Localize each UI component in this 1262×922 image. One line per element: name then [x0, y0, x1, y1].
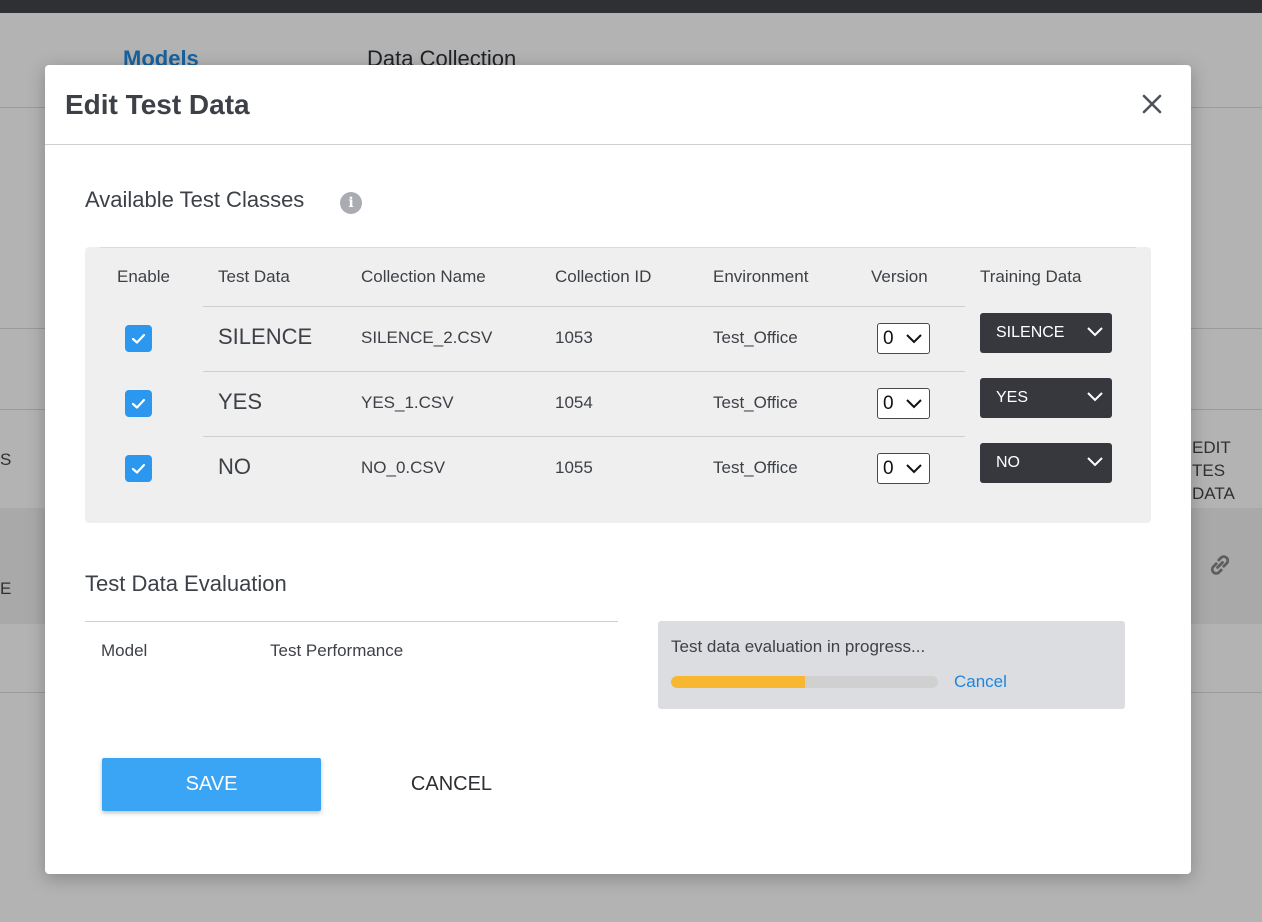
column-header-test-performance: Test Performance [270, 641, 404, 660]
column-header-collection-name: Collection Name [361, 267, 486, 286]
cancel-button[interactable]: CANCEL [389, 758, 514, 811]
column-header-collection-id: Collection ID [555, 267, 652, 286]
app-top-bar [0, 0, 1262, 13]
background-column-header: S [0, 450, 12, 469]
version-select[interactable]: 0 [877, 453, 930, 484]
enable-checkbox[interactable] [125, 390, 152, 417]
collection-name: NO_0.CSV [361, 458, 446, 477]
chevron-down-icon [1087, 392, 1103, 402]
table-top-divider [100, 247, 1136, 248]
column-header-environment: Environment [713, 267, 809, 286]
checkmark-icon [131, 398, 146, 409]
training-data-value: YES [996, 389, 1029, 406]
save-button[interactable]: SAVE [102, 758, 321, 811]
version-value: 0 [883, 328, 894, 349]
environment: Test_Office [713, 458, 798, 477]
table-row: NO NO_0.CSV 1055 Test_Office 0 NO [85, 436, 1151, 501]
version-value: 0 [883, 393, 894, 414]
cancel-evaluation-link[interactable]: Cancel [954, 672, 1007, 692]
evaluation-progress-panel: Test data evaluation in progress... Canc… [658, 621, 1125, 709]
modal-title: Edit Test Data [65, 89, 250, 120]
table-row: SILENCE SILENCE_2.CSV 1053 Test_Office 0… [85, 306, 1151, 371]
collection-id: 1053 [555, 328, 593, 347]
evaluation-divider [85, 621, 618, 622]
background-cell-text: E [0, 579, 12, 598]
environment: Test_Office [713, 328, 798, 347]
version-select[interactable]: 0 [877, 323, 930, 354]
chevron-down-icon [906, 399, 922, 409]
training-data-select[interactable]: SILENCE [980, 313, 1112, 353]
header-line-2: DATA [1192, 483, 1235, 503]
version-select[interactable]: 0 [877, 388, 930, 419]
test-data-evaluation-title: Test Data Evaluation [85, 571, 287, 596]
table-row: YES YES_1.CSV 1054 Test_Office 0 YES [85, 371, 1151, 436]
column-header-model: Model [101, 641, 148, 660]
collection-name: SILENCE_2.CSV [361, 328, 493, 347]
info-icon[interactable]: i [340, 192, 362, 214]
checkmark-icon [131, 463, 146, 474]
chevron-down-icon [906, 464, 922, 474]
column-header-enable: Enable [117, 267, 170, 286]
progress-status-text: Test data evaluation in progress... [671, 637, 926, 656]
training-data-value: NO [996, 454, 1020, 471]
collection-id: 1054 [555, 393, 593, 412]
column-header-test-data: Test Data [218, 267, 290, 286]
enable-checkbox[interactable] [125, 325, 152, 352]
training-data-value: SILENCE [996, 324, 1065, 341]
chevron-down-icon [906, 334, 922, 344]
column-header-training-data: Training Data [980, 267, 1082, 286]
checkmark-icon [131, 333, 146, 344]
close-icon[interactable] [1139, 91, 1165, 117]
progress-bar [671, 676, 938, 688]
collection-id: 1055 [555, 458, 593, 477]
progress-bar-fill [671, 676, 805, 688]
column-header-version: Version [871, 267, 928, 286]
available-test-classes-title: Available Test Classes [85, 187, 305, 212]
environment: Test_Office [713, 393, 798, 412]
header-line-1: EDIT TES [1192, 438, 1231, 480]
training-data-select[interactable]: NO [980, 443, 1112, 483]
enable-checkbox[interactable] [125, 455, 152, 482]
test-data-name: SILENCE [218, 324, 313, 349]
version-value: 0 [883, 458, 894, 479]
test-classes-table: Enable Test Data Collection Name Collect… [85, 247, 1151, 523]
chevron-down-icon [1087, 327, 1103, 337]
test-data-name: NO [218, 454, 251, 479]
collection-name: YES_1.CSV [361, 393, 454, 412]
link-icon[interactable] [1205, 550, 1235, 580]
chevron-down-icon [1087, 457, 1103, 467]
modal-header: Edit Test Data [45, 65, 1191, 145]
test-data-name: YES [218, 389, 263, 414]
training-data-select[interactable]: YES [980, 378, 1112, 418]
edit-test-data-modal: Edit Test Data Available Test Classes i … [45, 65, 1191, 874]
background-edit-test-data-header: EDIT TES DATA [1192, 437, 1262, 506]
